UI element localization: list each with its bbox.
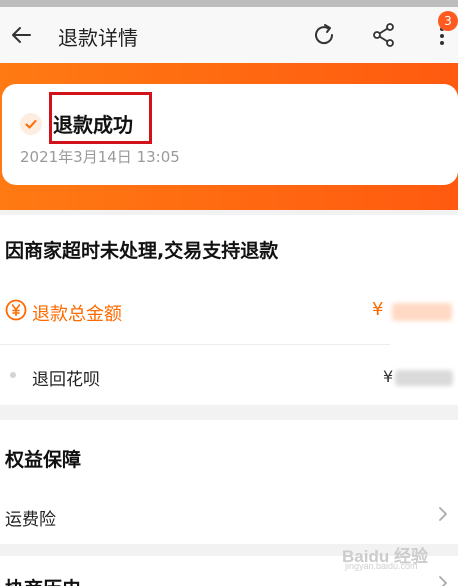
- share-icon[interactable]: [370, 21, 398, 49]
- chevron-right-icon[interactable]: [436, 505, 450, 523]
- top-navigation-bar: 退款详情 3: [0, 7, 458, 63]
- highlight-annotation-box: [49, 92, 152, 144]
- watermark-subtext: jingyan.baidu.com: [345, 561, 418, 571]
- refund-destination-amount-blurred: [395, 370, 453, 386]
- rights-section-title: 权益保障: [5, 449, 82, 471]
- bullet-dot: [10, 372, 16, 378]
- shipping-insurance-item[interactable]: 运费险: [5, 505, 56, 530]
- back-arrow-icon[interactable]: [8, 21, 36, 49]
- refresh-icon[interactable]: [310, 21, 338, 49]
- rights-section: [0, 420, 458, 544]
- page-title: 退款详情: [58, 26, 138, 50]
- refund-status-time: 2021年3月14日 13:05: [20, 148, 180, 166]
- refund-destination-label: 退回花呗: [32, 370, 100, 390]
- system-status-bar: [0, 0, 458, 7]
- refund-total-amount-blurred: [392, 303, 452, 321]
- refund-total-currency: ¥: [372, 299, 384, 320]
- check-icon: [20, 113, 42, 135]
- yen-circle-icon: [5, 299, 27, 321]
- chevron-right-icon[interactable]: [436, 574, 450, 586]
- refund-total-label: 退款总金额: [32, 304, 122, 325]
- history-section-title[interactable]: 协商历史: [5, 574, 81, 586]
- notification-badge: 3: [438, 11, 458, 31]
- divider: [0, 344, 390, 345]
- refund-destination-currency: ¥: [383, 367, 394, 386]
- refund-reason-text: 因商家超时未处理,交易支持退款: [5, 240, 279, 262]
